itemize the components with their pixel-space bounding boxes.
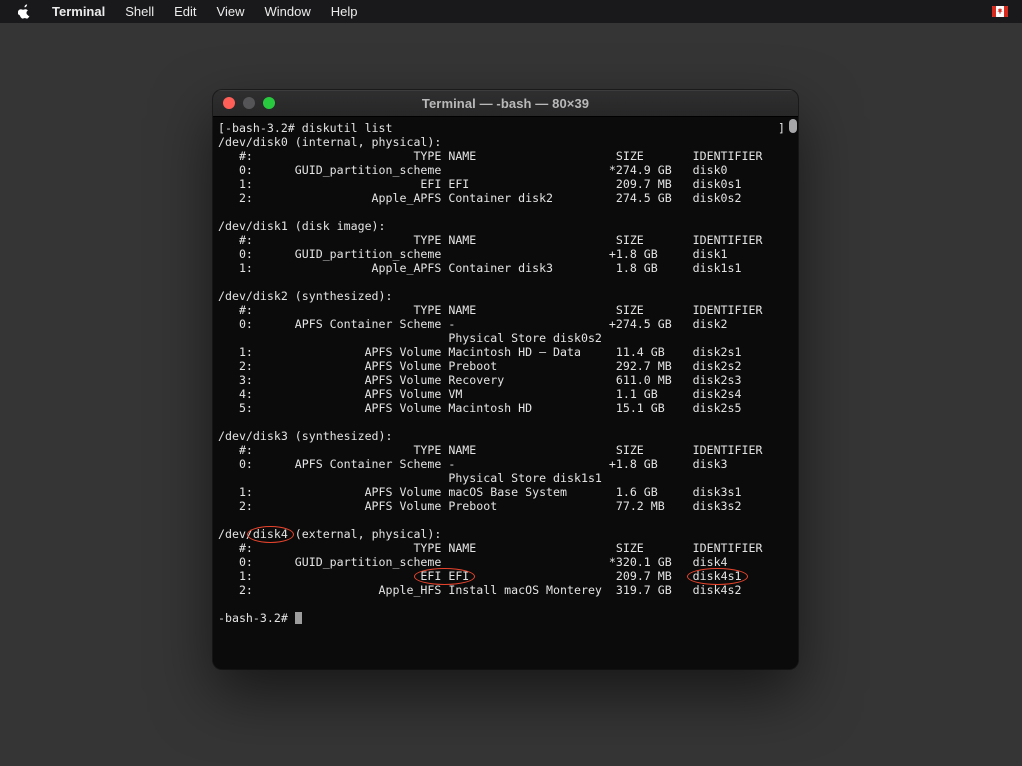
- terminal-line: 0: APFS Container Scheme - +1.8 GB disk3: [218, 457, 798, 471]
- menu-bar: Terminal Shell Edit View Window Help: [0, 0, 1022, 23]
- zoom-button[interactable]: [263, 97, 275, 109]
- canada-flag-icon: [992, 6, 1008, 17]
- terminal-line: 2: APFS Volume Preboot 292.7 MB disk2s2: [218, 359, 798, 373]
- terminal-line: 0: GUID_partition_scheme *320.1 GB disk4: [218, 555, 798, 569]
- terminal-line: 1: Apple_APFS Container disk3 1.8 GB dis…: [218, 261, 798, 275]
- terminal-line: -bash-3.2#: [218, 611, 798, 625]
- menu-item-terminal[interactable]: Terminal: [42, 0, 115, 23]
- terminal-line: #: TYPE NAME SIZE IDENTIFIER: [218, 443, 798, 457]
- menu-item-view[interactable]: View: [207, 0, 255, 23]
- terminal-line: #: TYPE NAME SIZE IDENTIFIER: [218, 541, 798, 555]
- menu-item-help[interactable]: Help: [321, 0, 368, 23]
- terminal-output: [-bash-3.2# diskutil list/dev/disk0 (int…: [218, 121, 798, 625]
- command-end-mark-icon: ]: [778, 121, 785, 135]
- scrollbar[interactable]: [787, 117, 798, 669]
- terminal-line: 2: Apple_APFS Container disk2 274.5 GB d…: [218, 191, 798, 205]
- menu-item-shell[interactable]: Shell: [115, 0, 164, 23]
- terminal-line: /dev/disk4 (external, physical):: [218, 527, 798, 541]
- terminal-line: [218, 205, 798, 219]
- terminal-line: 1: EFI EFI 209.7 MB disk4s1: [218, 569, 798, 583]
- terminal-line: Physical Store disk1s1: [218, 471, 798, 485]
- terminal-line: /dev/disk3 (synthesized):: [218, 429, 798, 443]
- terminal-line: /dev/disk2 (synthesized):: [218, 289, 798, 303]
- terminal-line: [218, 597, 798, 611]
- terminal-line: [-bash-3.2# diskutil list: [218, 121, 798, 135]
- terminal-line: #: TYPE NAME SIZE IDENTIFIER: [218, 303, 798, 317]
- terminal-content[interactable]: [-bash-3.2# diskutil list/dev/disk0 (int…: [213, 117, 798, 669]
- terminal-line: 3: APFS Volume Recovery 611.0 MB disk2s3: [218, 373, 798, 387]
- scrollbar-thumb[interactable]: [789, 119, 797, 133]
- terminal-line: #: TYPE NAME SIZE IDENTIFIER: [218, 233, 798, 247]
- terminal-line: 0: GUID_partition_scheme +1.8 GB disk1: [218, 247, 798, 261]
- terminal-line: [218, 513, 798, 527]
- terminal-line: 0: GUID_partition_scheme *274.9 GB disk0: [218, 163, 798, 177]
- terminal-line: 0: APFS Container Scheme - +274.5 GB dis…: [218, 317, 798, 331]
- terminal-line: 2: APFS Volume Preboot 77.2 MB disk3s2: [218, 499, 798, 513]
- terminal-line: 1: APFS Volume Macintosh HD — Data 11.4 …: [218, 345, 798, 359]
- terminal-line: [218, 415, 798, 429]
- close-button[interactable]: [223, 97, 235, 109]
- terminal-line: Physical Store disk0s2: [218, 331, 798, 345]
- terminal-line: 4: APFS Volume VM 1.1 GB disk2s4: [218, 387, 798, 401]
- terminal-line: #: TYPE NAME SIZE IDENTIFIER: [218, 149, 798, 163]
- terminal-cursor: [295, 612, 302, 624]
- terminal-line: [218, 275, 798, 289]
- minimize-button[interactable]: [243, 97, 255, 109]
- menu-item-window[interactable]: Window: [255, 0, 321, 23]
- terminal-line: 1: EFI EFI 209.7 MB disk0s1: [218, 177, 798, 191]
- terminal-line: /dev/disk0 (internal, physical):: [218, 135, 798, 149]
- annotation-circle: disk4s1: [693, 569, 742, 583]
- apple-menu[interactable]: [12, 0, 36, 23]
- terminal-line: 1: APFS Volume macOS Base System 1.6 GB …: [218, 485, 798, 499]
- annotation-circle: disk4: [253, 527, 288, 541]
- terminal-line: /dev/disk1 (disk image):: [218, 219, 798, 233]
- input-source-menu[interactable]: [990, 0, 1010, 23]
- terminal-window: Terminal — -bash — 80×39 [-bash-3.2# dis…: [213, 90, 798, 669]
- traffic-lights: [223, 90, 275, 116]
- window-title-bar[interactable]: Terminal — -bash — 80×39: [213, 90, 798, 117]
- menu-item-edit[interactable]: Edit: [164, 0, 206, 23]
- annotation-circle: EFI EFI: [420, 569, 469, 583]
- apple-logo-icon: [18, 4, 31, 19]
- terminal-line: 2: Apple_HFS Install macOS Monterey 319.…: [218, 583, 798, 597]
- terminal-line: 5: APFS Volume Macintosh HD 15.1 GB disk…: [218, 401, 798, 415]
- window-title: Terminal — -bash — 80×39: [422, 96, 589, 111]
